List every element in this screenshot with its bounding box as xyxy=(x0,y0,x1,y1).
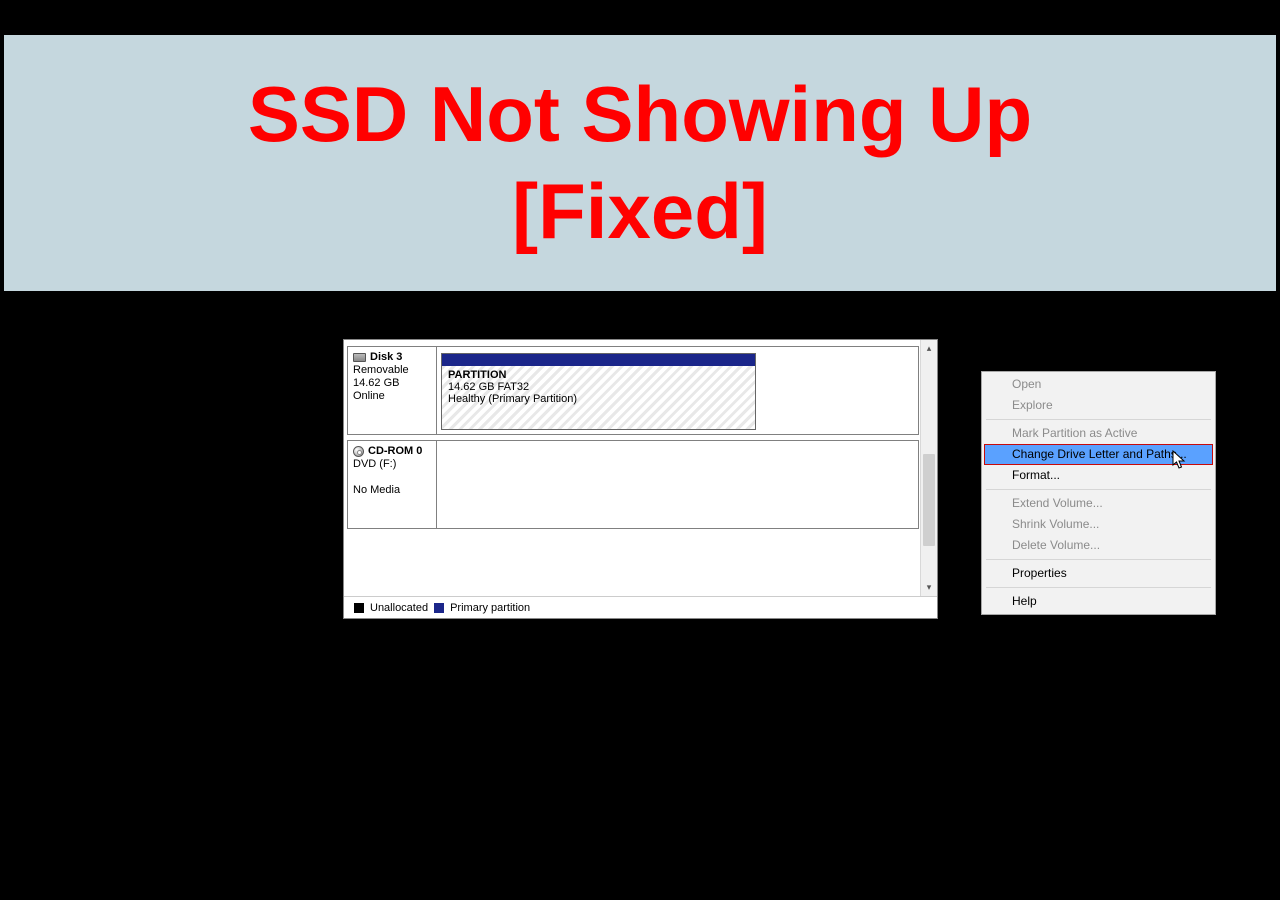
menu-help[interactable]: Help xyxy=(984,591,1213,612)
partition-health: Healthy (Primary Partition) xyxy=(448,393,749,405)
partition-name: PARTITION xyxy=(448,369,749,381)
menu-format[interactable]: Format... xyxy=(984,465,1213,486)
disk-icon xyxy=(353,353,366,362)
legend-bar: Unallocated Primary partition xyxy=(344,596,937,618)
disk-type: Removable xyxy=(353,364,431,376)
partition-header-bar xyxy=(442,354,755,366)
disk-management-window: Disk 3 Removable 14.62 GB Online PARTITI… xyxy=(343,339,938,619)
menu-separator xyxy=(986,489,1211,490)
menu-delete-volume[interactable]: Delete Volume... xyxy=(984,535,1213,556)
disk-name: Disk 3 xyxy=(370,351,402,363)
menu-separator xyxy=(986,587,1211,588)
cdrom-icon xyxy=(353,446,364,457)
partition-details: 14.62 GB FAT32 xyxy=(448,381,749,393)
vertical-scrollbar[interactable]: ▴ ▾ xyxy=(920,340,937,596)
menu-shrink-volume[interactable]: Shrink Volume... xyxy=(984,514,1213,535)
menu-explore[interactable]: Explore xyxy=(984,395,1213,416)
cdrom-status: No Media xyxy=(353,484,431,496)
menu-extend-volume[interactable]: Extend Volume... xyxy=(984,493,1213,514)
disk-row-cdrom0[interactable]: CD-ROM 0 DVD (F:) No Media xyxy=(347,440,919,529)
cdrom-name: CD-ROM 0 xyxy=(368,445,422,457)
menu-properties[interactable]: Properties xyxy=(984,563,1213,584)
partition-box[interactable]: PARTITION 14.62 GB FAT32 Healthy (Primar… xyxy=(441,353,756,430)
scroll-thumb[interactable] xyxy=(923,454,935,546)
cdrom-name-row: CD-ROM 0 xyxy=(353,445,431,457)
menu-open[interactable]: Open xyxy=(984,374,1213,395)
disk-name-row: Disk 3 xyxy=(353,351,431,363)
cdrom-info-panel: CD-ROM 0 DVD (F:) No Media xyxy=(348,441,437,528)
swatch-unallocated xyxy=(354,603,364,613)
disk-info-panel: Disk 3 Removable 14.62 GB Online xyxy=(348,347,437,434)
legend-unallocated: Unallocated xyxy=(370,602,428,614)
menu-separator xyxy=(986,419,1211,420)
swatch-primary xyxy=(434,603,444,613)
menu-change-drive-letter[interactable]: Change Drive Letter and Paths... xyxy=(984,444,1213,465)
disk-status: Online xyxy=(353,390,431,402)
title-banner: SSD Not Showing Up [Fixed] xyxy=(4,35,1276,291)
scroll-up-button[interactable]: ▴ xyxy=(921,340,937,357)
scroll-down-button[interactable]: ▾ xyxy=(921,579,937,596)
cdrom-drive: DVD (F:) xyxy=(353,458,431,470)
disk-management-body: Disk 3 Removable 14.62 GB Online PARTITI… xyxy=(344,340,919,595)
menu-mark-active[interactable]: Mark Partition as Active xyxy=(984,423,1213,444)
disk-size: 14.62 GB xyxy=(353,377,431,389)
legend-primary: Primary partition xyxy=(450,602,530,614)
partition-body: PARTITION 14.62 GB FAT32 Healthy (Primar… xyxy=(442,366,755,429)
banner-title: SSD Not Showing Up [Fixed] xyxy=(248,66,1032,261)
context-menu: Open Explore Mark Partition as Active Ch… xyxy=(981,371,1216,615)
disk-row-disk3[interactable]: Disk 3 Removable 14.62 GB Online PARTITI… xyxy=(347,346,919,435)
menu-separator xyxy=(986,559,1211,560)
